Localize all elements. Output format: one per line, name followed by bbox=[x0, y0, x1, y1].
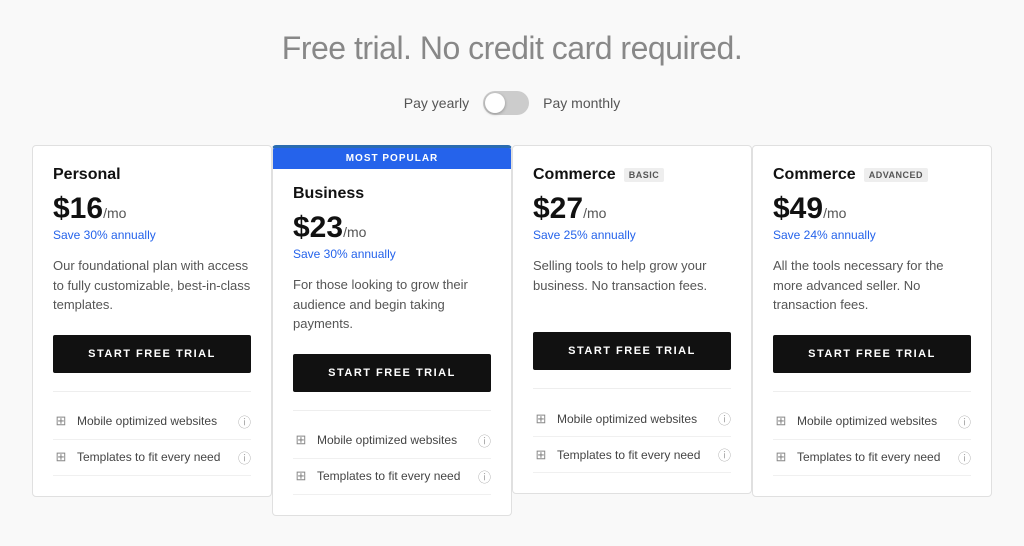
feature-left: ⊞ Mobile optimized websites bbox=[53, 413, 217, 429]
plan-savings: Save 24% annually bbox=[773, 228, 971, 242]
feature-item: ⊞ Mobile optimized websites ⓘ bbox=[53, 404, 251, 440]
feature-text: Templates to fit every need bbox=[797, 450, 940, 464]
feature-icon: ⊞ bbox=[293, 432, 309, 448]
feature-icon: ⊞ bbox=[53, 413, 69, 429]
info-icon[interactable]: ⓘ bbox=[478, 431, 491, 450]
info-icon[interactable]: ⓘ bbox=[718, 409, 731, 428]
start-trial-button[interactable]: START FREE TRIAL bbox=[293, 354, 491, 392]
feature-text: Mobile optimized websites bbox=[77, 414, 217, 428]
info-icon[interactable]: ⓘ bbox=[958, 448, 971, 467]
feature-item: ⊞ Mobile optimized websites ⓘ bbox=[293, 423, 491, 459]
feature-item: ⊞ Templates to fit every need ⓘ bbox=[53, 440, 251, 476]
feature-item: ⊞ Templates to fit every need ⓘ bbox=[533, 437, 731, 473]
plan-period: /mo bbox=[583, 205, 606, 221]
feature-icon: ⊞ bbox=[533, 447, 549, 463]
feature-item: ⊞ Templates to fit every need ⓘ bbox=[293, 459, 491, 495]
billing-toggle[interactable] bbox=[483, 91, 529, 115]
plan-price: $27/mo bbox=[533, 192, 731, 226]
plan-period: /mo bbox=[823, 205, 846, 221]
plan-card-commerce-basic: CommerceBASIC $27/mo Save 25% annually S… bbox=[512, 145, 752, 494]
popular-badge: MOST POPULAR bbox=[273, 148, 511, 169]
feature-left: ⊞ Templates to fit every need bbox=[53, 449, 220, 465]
page-title: Free trial. No credit card required. bbox=[20, 30, 1004, 67]
plan-name: CommerceADVANCED bbox=[773, 166, 971, 184]
info-icon[interactable]: ⓘ bbox=[958, 412, 971, 431]
feature-item: ⊞ Mobile optimized websites ⓘ bbox=[533, 401, 731, 437]
plan-description: Our foundational plan with access to ful… bbox=[53, 256, 251, 315]
feature-icon: ⊞ bbox=[533, 411, 549, 427]
plan-price: $23/mo bbox=[293, 211, 491, 245]
feature-text: Templates to fit every need bbox=[317, 469, 460, 483]
start-trial-button[interactable]: START FREE TRIAL bbox=[773, 335, 971, 373]
plan-tier-badge: BASIC bbox=[624, 168, 665, 182]
feature-item: ⊞ Templates to fit every need ⓘ bbox=[773, 440, 971, 476]
billing-monthly-label: Pay monthly bbox=[543, 95, 620, 111]
plan-card-personal: Personal $16/mo Save 30% annually Our fo… bbox=[32, 145, 272, 497]
feature-text: Mobile optimized websites bbox=[317, 433, 457, 447]
feature-text: Templates to fit every need bbox=[557, 448, 700, 462]
feature-left: ⊞ Templates to fit every need bbox=[533, 447, 700, 463]
info-icon[interactable]: ⓘ bbox=[478, 467, 491, 486]
plan-card-business: MOST POPULAR Business $23/mo Save 30% an… bbox=[272, 145, 512, 516]
plan-name: Business bbox=[293, 185, 491, 203]
feature-icon: ⊞ bbox=[293, 468, 309, 484]
feature-list: ⊞ Mobile optimized websites ⓘ ⊞ Template… bbox=[53, 391, 251, 476]
feature-left: ⊞ Mobile optimized websites bbox=[533, 411, 697, 427]
billing-yearly-label: Pay yearly bbox=[404, 95, 469, 111]
feature-icon: ⊞ bbox=[773, 413, 789, 429]
page-header: Free trial. No credit card required. bbox=[20, 30, 1004, 67]
plan-tier-badge: ADVANCED bbox=[864, 168, 928, 182]
plan-savings: Save 30% annually bbox=[53, 228, 251, 242]
plan-description: Selling tools to help grow your business… bbox=[533, 256, 731, 312]
plan-card-commerce-advanced: CommerceADVANCED $49/mo Save 24% annuall… bbox=[752, 145, 992, 497]
feature-left: ⊞ Templates to fit every need bbox=[293, 468, 460, 484]
start-trial-button[interactable]: START FREE TRIAL bbox=[53, 335, 251, 373]
info-icon[interactable]: ⓘ bbox=[238, 448, 251, 467]
plan-period: /mo bbox=[103, 205, 126, 221]
plan-description: All the tools necessary for the more adv… bbox=[773, 256, 971, 315]
feature-text: Mobile optimized websites bbox=[797, 414, 937, 428]
info-icon[interactable]: ⓘ bbox=[718, 445, 731, 464]
feature-list: ⊞ Mobile optimized websites ⓘ ⊞ Template… bbox=[293, 410, 491, 495]
plan-price: $16/mo bbox=[53, 192, 251, 226]
plan-period: /mo bbox=[343, 224, 366, 240]
plan-name: Personal bbox=[53, 166, 251, 184]
start-trial-button[interactable]: START FREE TRIAL bbox=[533, 332, 731, 370]
plan-name: CommerceBASIC bbox=[533, 166, 731, 184]
feature-icon: ⊞ bbox=[773, 449, 789, 465]
info-icon[interactable]: ⓘ bbox=[238, 412, 251, 431]
toggle-thumb bbox=[485, 93, 505, 113]
feature-item: ⊞ Mobile optimized websites ⓘ bbox=[773, 404, 971, 440]
feature-left: ⊞ Mobile optimized websites bbox=[293, 432, 457, 448]
feature-icon: ⊞ bbox=[53, 449, 69, 465]
feature-list: ⊞ Mobile optimized websites ⓘ ⊞ Template… bbox=[533, 388, 731, 473]
plans-container: Personal $16/mo Save 30% annually Our fo… bbox=[32, 145, 992, 516]
plan-price: $49/mo bbox=[773, 192, 971, 226]
plan-description: For those looking to grow their audience… bbox=[293, 275, 491, 334]
feature-left: ⊞ Mobile optimized websites bbox=[773, 413, 937, 429]
feature-text: Mobile optimized websites bbox=[557, 412, 697, 426]
feature-list: ⊞ Mobile optimized websites ⓘ ⊞ Template… bbox=[773, 391, 971, 476]
plan-savings: Save 30% annually bbox=[293, 247, 491, 261]
billing-toggle-row: Pay yearly Pay monthly bbox=[20, 91, 1004, 115]
feature-left: ⊞ Templates to fit every need bbox=[773, 449, 940, 465]
plan-savings: Save 25% annually bbox=[533, 228, 731, 242]
feature-text: Templates to fit every need bbox=[77, 450, 220, 464]
